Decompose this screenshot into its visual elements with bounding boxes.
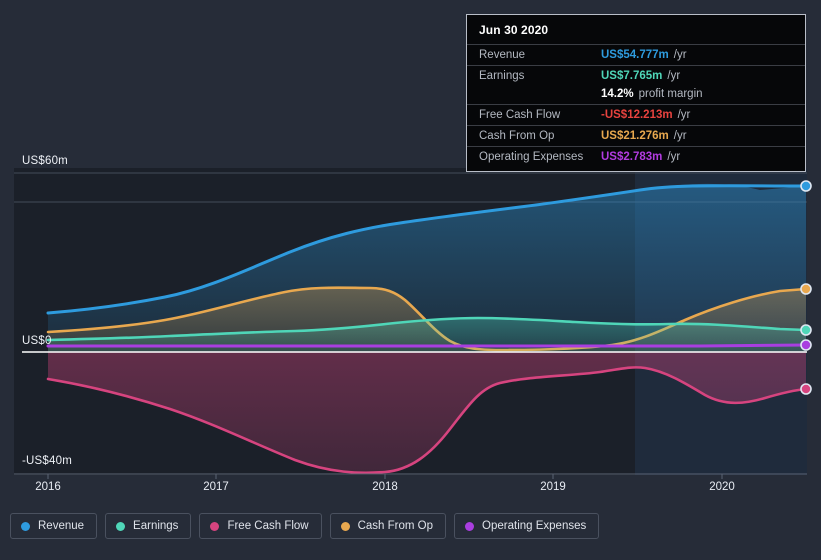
legend-item-operating-expenses[interactable]: Operating Expenses <box>454 513 600 539</box>
tooltip-suffix-revenue: /yr <box>673 49 687 61</box>
tooltip-value-profit-margin: 14.2% <box>601 88 634 100</box>
tooltip-row-revenue: Revenue US$54.777m /yr <box>467 44 805 65</box>
financial-chart-page: US$60m US$0 -US$40m 2016 2017 2018 2019 … <box>0 0 821 560</box>
tooltip-row-cash-from-op: Cash From Op US$21.276m /yr <box>467 125 805 146</box>
legend-dot-operating-expenses-icon <box>465 521 475 531</box>
legend-label-free-cash-flow: Free Cash Flow <box>227 520 309 532</box>
tooltip-suffix-free-cash-flow: /yr <box>677 109 691 121</box>
tooltip-value-free-cash-flow: -US$12.213m <box>601 109 673 121</box>
endpoint-operating-expenses <box>800 339 812 351</box>
x-axis-label-2016: 2016 <box>35 481 61 493</box>
data-tooltip: Jun 30 2020 Revenue US$54.777m /yr Earni… <box>466 14 806 172</box>
series-line-operating-expenses <box>46 343 807 348</box>
x-axis-label-2017: 2017 <box>203 481 229 493</box>
tooltip-label-cash-from-op: Cash From Op <box>479 130 555 142</box>
tooltip-suffix-profit-margin: profit margin <box>638 88 703 100</box>
endpoint-revenue <box>800 180 812 192</box>
x-axis-label-2019: 2019 <box>540 481 566 493</box>
tooltip-value-operating-expenses: US$2.783m <box>601 151 663 163</box>
legend-dot-free-cash-flow-icon <box>210 521 220 531</box>
tooltip-date: Jun 30 2020 <box>479 23 549 37</box>
tooltip-value-revenue: US$54.777m <box>601 49 669 61</box>
tooltip-suffix-earnings: /yr <box>667 70 681 82</box>
legend-label-revenue: Revenue <box>38 520 85 532</box>
y-axis-label-zero: US$0 <box>22 335 52 347</box>
tooltip-value-earnings: US$7.765m <box>601 70 663 82</box>
legend-item-earnings[interactable]: Earnings <box>105 513 192 539</box>
legend-label-earnings: Earnings <box>133 520 179 532</box>
x-axis-label-2020: 2020 <box>709 481 735 493</box>
legend-label-operating-expenses: Operating Expenses <box>482 520 587 532</box>
legend-item-free-cash-flow[interactable]: Free Cash Flow <box>199 513 322 539</box>
tooltip-suffix-cash-from-op: /yr <box>673 130 687 142</box>
tooltip-row-operating-expenses: Operating Expenses US$2.783m /yr <box>467 146 805 167</box>
legend-label-cash-from-op: Cash From Op <box>357 520 434 532</box>
tooltip-label-revenue: Revenue <box>479 49 526 61</box>
tooltip-value-cash-from-op: US$21.276m <box>601 130 669 142</box>
legend-item-revenue[interactable]: Revenue <box>10 513 98 539</box>
tooltip-suffix-operating-expenses: /yr <box>667 151 681 163</box>
x-axis-label-2018: 2018 <box>372 481 398 493</box>
y-axis-label-top: US$60m <box>22 155 68 167</box>
chart-legend: Revenue Earnings Free Cash Flow Cash Fro… <box>10 513 600 539</box>
tooltip-label-operating-expenses: Operating Expenses <box>479 151 584 163</box>
endpoint-free-cash-flow <box>800 383 812 395</box>
legend-dot-earnings-icon <box>116 521 126 531</box>
tooltip-label-earnings: Earnings <box>479 70 525 82</box>
legend-item-cash-from-op[interactable]: Cash From Op <box>329 513 447 539</box>
endpoint-earnings <box>800 324 812 336</box>
legend-dot-revenue-icon <box>21 521 30 531</box>
endpoint-cash-from-op <box>800 283 812 295</box>
legend-dot-cash-from-op-icon <box>340 521 350 531</box>
y-axis-label-bottom: -US$40m <box>22 455 72 467</box>
tooltip-label-free-cash-flow: Free Cash Flow <box>479 109 561 121</box>
tooltip-row-free-cash-flow: Free Cash Flow -US$12.213m /yr <box>467 104 805 125</box>
tooltip-row-profit-margin: 14.2% profit margin <box>467 86 805 104</box>
tooltip-row-earnings: Earnings US$7.765m /yr <box>467 65 805 86</box>
